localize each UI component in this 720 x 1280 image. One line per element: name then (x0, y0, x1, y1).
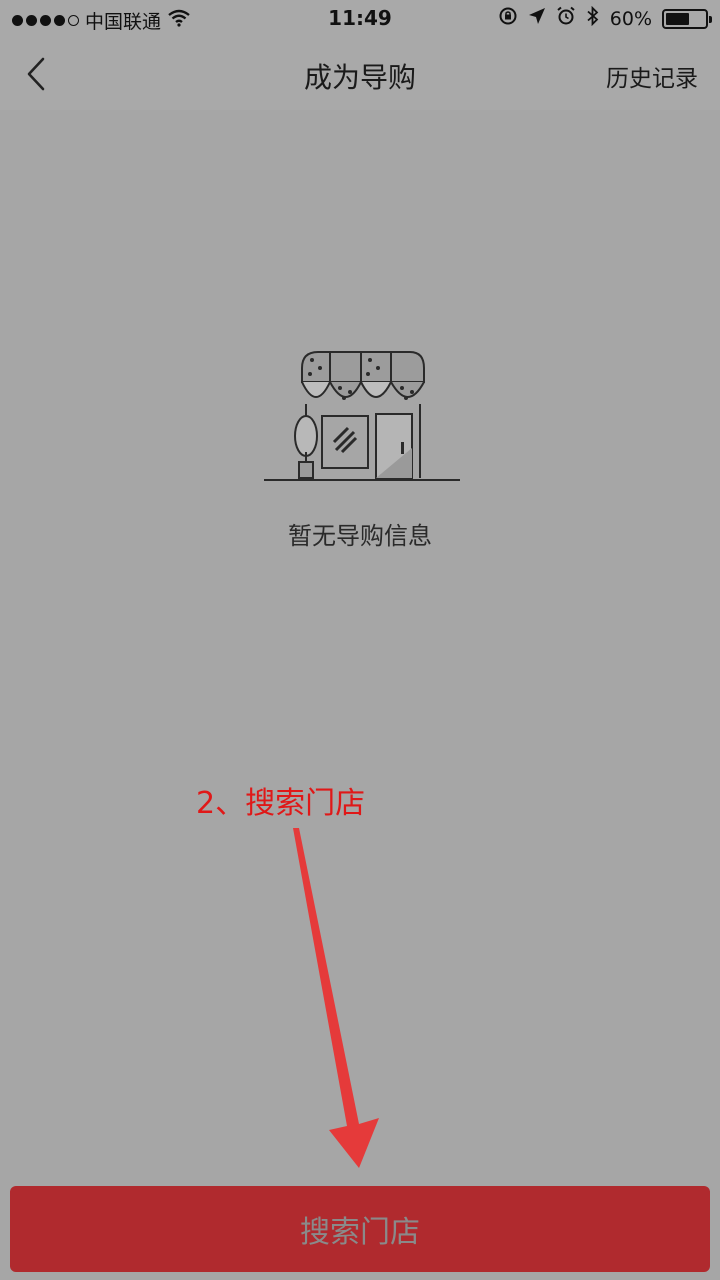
nav-bar: 成为导购 历史记录 (0, 38, 720, 110)
location-arrow-icon (528, 7, 546, 30)
orientation-lock-icon (498, 6, 518, 31)
annotation-label: 2、搜索门店 (196, 786, 366, 821)
status-right: 60% (498, 5, 712, 31)
red-arrow-down-icon (285, 828, 385, 1170)
search-store-button[interactable]: 搜索门店 (10, 1186, 710, 1272)
empty-state-message: 暂无导购信息 (288, 522, 432, 550)
alarm-icon (556, 6, 576, 31)
battery-percent: 60% (609, 7, 652, 30)
battery-fill (666, 12, 689, 25)
status-bar: 中国联通 11:49 60% (0, 0, 720, 38)
bluetooth-icon (586, 5, 600, 31)
storefront-icon (262, 348, 462, 488)
history-button[interactable]: 历史记录 (606, 59, 698, 93)
battery-icon (662, 8, 712, 29)
